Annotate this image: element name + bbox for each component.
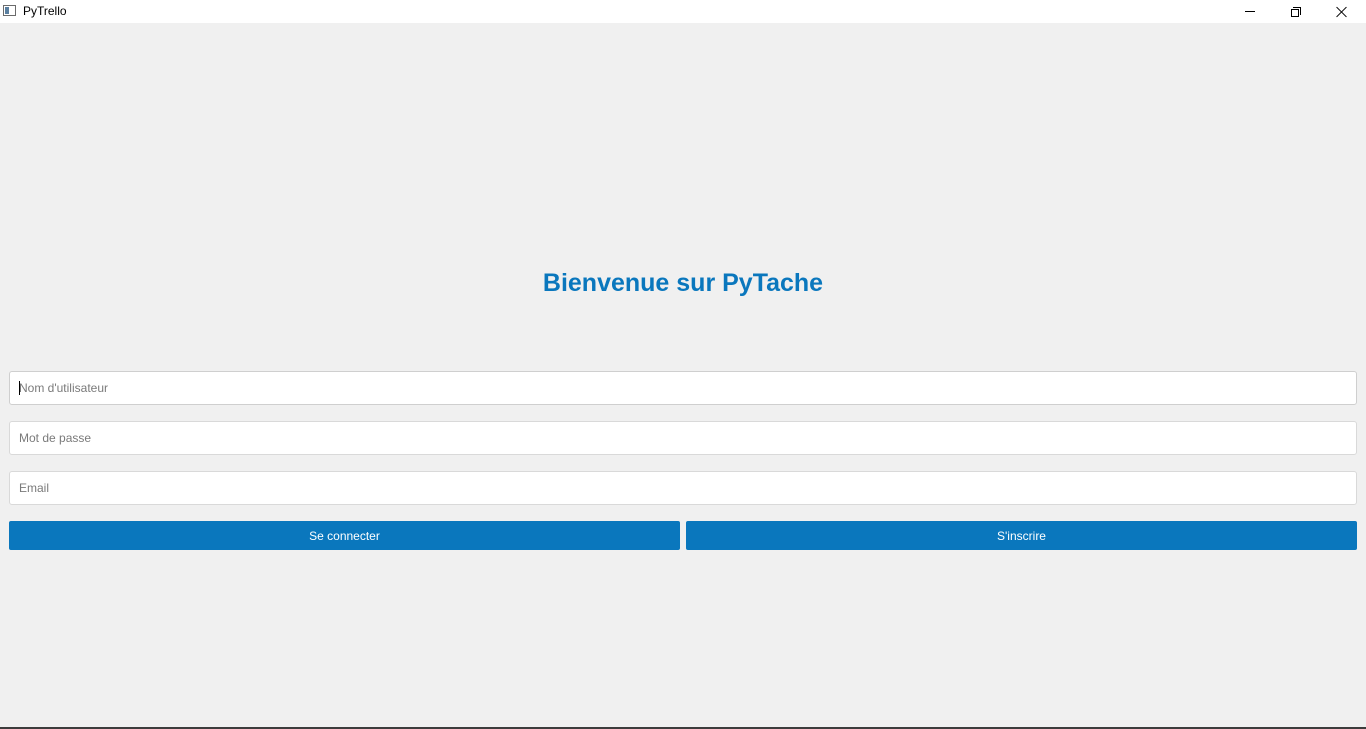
- window-title: PyTrello: [23, 4, 67, 18]
- page-title: Bienvenue sur PyTache: [542, 269, 824, 297]
- password-input[interactable]: [9, 421, 1357, 455]
- title-bar: PyTrello: [0, 0, 1366, 23]
- email-input[interactable]: [9, 471, 1357, 505]
- app-window-icon: [3, 5, 16, 16]
- minimize-icon: [1245, 11, 1255, 12]
- restore-icon: [1291, 6, 1301, 17]
- signup-button[interactable]: S'inscrire: [686, 521, 1357, 550]
- maximize-button[interactable]: [1273, 0, 1319, 23]
- minimize-button[interactable]: [1227, 0, 1273, 23]
- username-input[interactable]: [9, 371, 1357, 405]
- login-button[interactable]: Se connecter: [9, 521, 680, 550]
- text-caret: [19, 381, 20, 395]
- close-button[interactable]: [1319, 0, 1365, 23]
- close-icon: [1336, 6, 1348, 18]
